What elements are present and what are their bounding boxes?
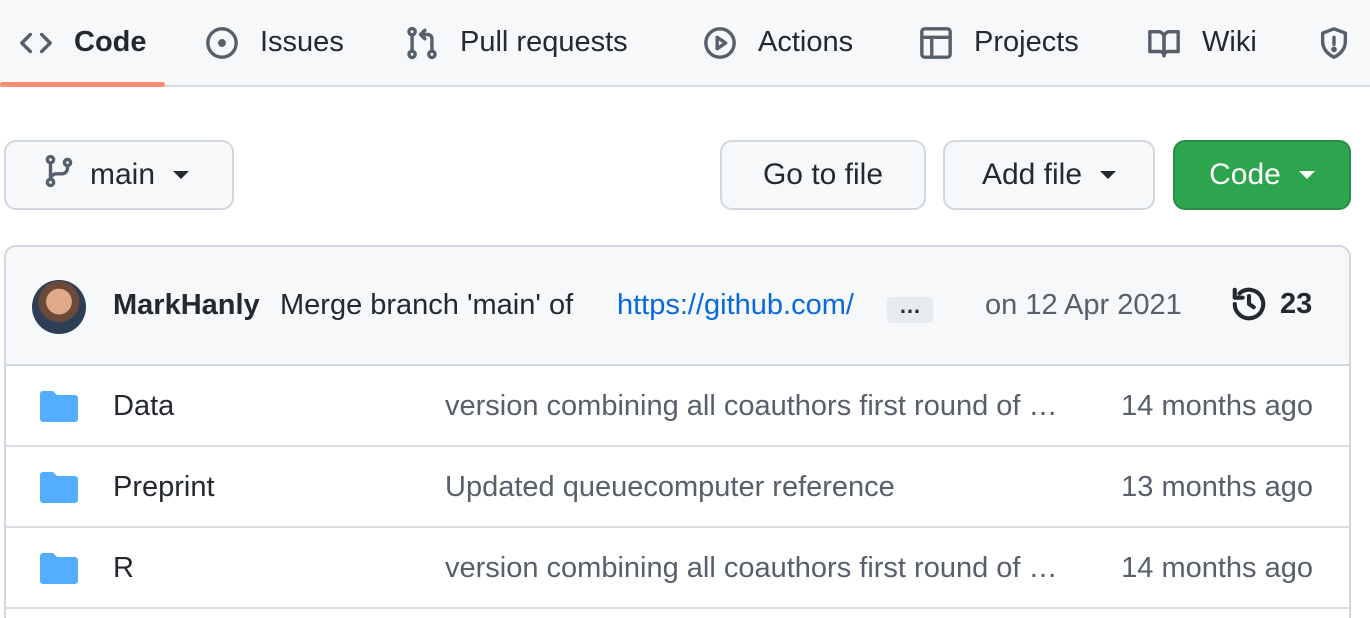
file-commit-message[interactable]: Updated queuecomputer reference (445, 471, 1059, 504)
shield-icon (1316, 25, 1352, 61)
avatar[interactable] (32, 280, 86, 334)
tab-label: Code (74, 26, 147, 58)
branch-icon (42, 154, 76, 196)
expand-commit-button[interactable]: … (887, 295, 933, 323)
file-name[interactable]: Data (113, 390, 174, 423)
file-age: 14 months ago (1121, 390, 1313, 422)
commit-history-link[interactable]: 23 (1230, 285, 1312, 323)
file-commit-message[interactable]: version combining all coauthors first ro… (445, 552, 1059, 585)
tab-security[interactable] (1316, 0, 1352, 85)
issue-icon (204, 25, 240, 61)
branch-select-button[interactable]: main (4, 140, 234, 210)
commit-author[interactable]: MarkHanly (113, 289, 260, 322)
file-row[interactable]: Data version combining all coauthors fir… (6, 366, 1349, 447)
play-icon (702, 25, 738, 61)
tab-label: Issues (260, 26, 344, 58)
tab-label: Wiki (1202, 26, 1257, 58)
commit-link[interactable]: https://github.com/ (617, 289, 863, 322)
file-commit-message[interactable]: version combining all coauthors first ro… (445, 390, 1059, 423)
book-icon (1146, 25, 1182, 61)
folder-icon (40, 391, 78, 422)
chevron-down-icon (173, 171, 190, 179)
tab-wiki[interactable]: Wiki (1146, 0, 1257, 85)
tab-issues[interactable]: Issues (204, 0, 344, 85)
chevron-down-icon (1298, 171, 1315, 179)
tab-code[interactable]: Code (0, 0, 165, 87)
add-file-button[interactable]: Add file (943, 140, 1155, 210)
code-icon (18, 25, 54, 61)
latest-commit-bar: MarkHanly Merge branch 'main' of https:/… (6, 247, 1349, 366)
file-age: 13 months ago (1121, 471, 1313, 503)
commit-count: 23 (1280, 287, 1313, 320)
add-file-label: Add file (981, 158, 1083, 191)
tab-label: Projects (974, 26, 1079, 58)
go-to-file-button[interactable]: Go to file (720, 140, 926, 210)
chevron-down-icon (1100, 171, 1117, 179)
active-tab-indicator (0, 82, 165, 87)
code-download-button[interactable]: Code (1173, 140, 1351, 210)
repo-nav: Code Issues Pull requests Actions Projec… (0, 0, 1370, 87)
branch-name: main (90, 158, 156, 191)
file-list-box: MarkHanly Merge branch 'main' of https:/… (4, 245, 1351, 618)
pull-request-icon (404, 25, 440, 61)
file-row[interactable]: R version combining all coauthors first … (6, 528, 1349, 609)
tab-label: Actions (758, 26, 854, 58)
history-icon (1232, 287, 1266, 321)
file-name[interactable]: Preprint (113, 471, 215, 504)
commit-date: on 12 Apr 2021 (985, 289, 1182, 321)
go-to-file-label: Go to file (762, 158, 884, 191)
tab-actions[interactable]: Actions (702, 0, 853, 85)
table-icon (918, 25, 954, 61)
tab-projects[interactable]: Projects (918, 0, 1079, 85)
file-name[interactable]: R (113, 552, 134, 585)
folder-icon (40, 553, 78, 584)
commit-message[interactable]: Merge branch 'main' of (280, 289, 573, 322)
tab-label: Pull requests (460, 26, 628, 58)
tab-pull-requests[interactable]: Pull requests (404, 0, 628, 85)
code-button-label: Code (1209, 158, 1281, 191)
file-row[interactable]: Preprint Updated queuecomputer reference… (6, 447, 1349, 528)
folder-icon (40, 472, 78, 503)
file-age: 14 months ago (1121, 552, 1313, 584)
